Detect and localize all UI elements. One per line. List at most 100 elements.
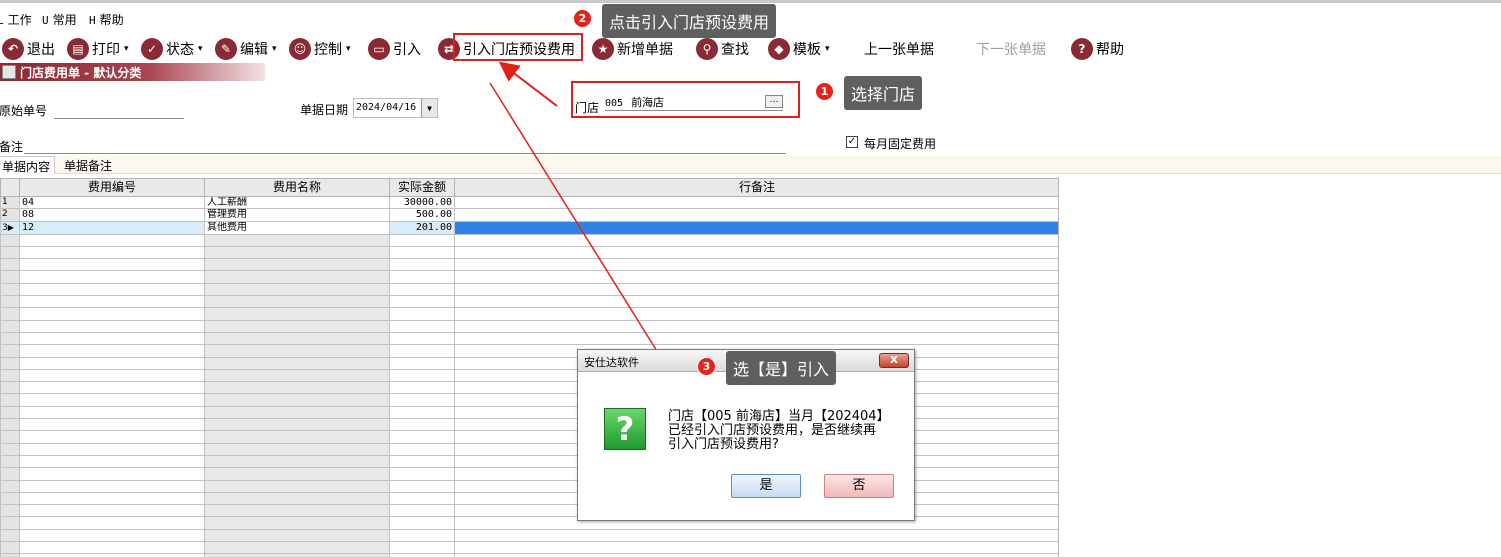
- menu-help[interactable]: H 帮助: [89, 11, 124, 28]
- name-cell[interactable]: [204, 430, 390, 444]
- column-header-amount[interactable]: 实际金额: [389, 178, 455, 197]
- name-cell[interactable]: [204, 504, 390, 518]
- yes-button[interactable]: 是: [731, 474, 801, 498]
- name-cell[interactable]: [204, 258, 390, 272]
- tab-doc-remark[interactable]: 单据备注: [60, 156, 116, 174]
- amount-cell[interactable]: [389, 504, 455, 518]
- note-cell[interactable]: [454, 528, 1058, 543]
- column-header-code[interactable]: 费用编号: [19, 178, 205, 197]
- code-cell[interactable]: 08: [19, 208, 205, 222]
- menu-work[interactable]: L 工作: [0, 11, 32, 28]
- note-cell[interactable]: [454, 319, 1058, 333]
- name-cell[interactable]: [204, 245, 390, 260]
- code-cell[interactable]: 04: [19, 195, 205, 210]
- amount-cell[interactable]: [389, 393, 455, 407]
- column-header-name[interactable]: 费用名称: [204, 178, 390, 197]
- amount-cell[interactable]: [389, 307, 455, 321]
- code-cell[interactable]: [19, 368, 205, 383]
- code-cell[interactable]: [19, 479, 205, 493]
- amount-cell[interactable]: [389, 491, 455, 506]
- code-cell[interactable]: [19, 504, 205, 518]
- amount-cell[interactable]: 500.00: [389, 208, 455, 222]
- name-cell[interactable]: [204, 233, 390, 247]
- code-cell[interactable]: [19, 331, 205, 346]
- code-cell[interactable]: [19, 344, 205, 358]
- name-cell[interactable]: [204, 405, 390, 420]
- note-cell[interactable]: [454, 195, 1058, 210]
- column-header-note[interactable]: 行备注: [454, 178, 1058, 197]
- template-button[interactable]: ◆ 模板 ▾: [768, 36, 830, 62]
- name-cell[interactable]: 人工薪酬: [204, 195, 390, 210]
- name-cell[interactable]: [204, 541, 390, 555]
- amount-cell[interactable]: 201.00: [389, 220, 455, 235]
- amount-cell[interactable]: [389, 418, 455, 432]
- help-button[interactable]: ? 帮助: [1071, 36, 1124, 62]
- menu-common[interactable]: U 常用: [42, 11, 77, 28]
- code-cell[interactable]: [19, 295, 205, 309]
- amount-cell[interactable]: [389, 245, 455, 260]
- find-button[interactable]: ⚲ 查找: [696, 36, 749, 62]
- empty-row[interactable]: [0, 307, 1058, 321]
- next-doc-button[interactable]: 下一张单据: [976, 36, 1046, 62]
- amount-cell[interactable]: [389, 319, 455, 333]
- name-cell[interactable]: [204, 368, 390, 383]
- table-row[interactable]: 2 08 管理费用 500.00: [0, 208, 1058, 222]
- name-cell[interactable]: [204, 479, 390, 493]
- amount-cell[interactable]: [389, 528, 455, 543]
- note-cell[interactable]: [454, 258, 1058, 272]
- name-cell[interactable]: [204, 307, 390, 321]
- empty-row[interactable]: [0, 319, 1058, 333]
- name-cell[interactable]: [204, 381, 390, 395]
- date-picker[interactable]: 2024/04/16 ▼: [353, 98, 438, 118]
- name-cell[interactable]: [204, 282, 390, 297]
- code-cell[interactable]: [19, 405, 205, 420]
- amount-cell[interactable]: 30000.00: [389, 195, 455, 210]
- empty-row[interactable]: [0, 245, 1058, 260]
- name-cell[interactable]: [204, 270, 390, 284]
- code-cell[interactable]: [19, 491, 205, 506]
- note-cell[interactable]: [454, 220, 1058, 235]
- amount-cell[interactable]: [389, 442, 455, 456]
- amount-cell[interactable]: [389, 479, 455, 493]
- amount-cell[interactable]: [389, 516, 455, 530]
- note-cell[interactable]: [454, 233, 1058, 247]
- code-cell[interactable]: [19, 258, 205, 272]
- no-button[interactable]: 否: [824, 474, 894, 498]
- code-cell[interactable]: [19, 442, 205, 456]
- chevron-down-icon[interactable]: ▼: [421, 99, 437, 117]
- code-cell[interactable]: [19, 418, 205, 432]
- empty-row[interactable]: [0, 295, 1058, 309]
- amount-cell[interactable]: [389, 541, 455, 555]
- print-button[interactable]: ▤ 打印 ▾: [67, 36, 129, 62]
- code-cell[interactable]: [19, 245, 205, 260]
- code-cell[interactable]: [19, 516, 205, 530]
- original-no-field[interactable]: [54, 103, 184, 119]
- amount-cell[interactable]: [389, 368, 455, 383]
- name-cell[interactable]: [204, 516, 390, 530]
- name-cell[interactable]: [204, 418, 390, 432]
- code-cell[interactable]: [19, 541, 205, 555]
- empty-row[interactable]: [0, 282, 1058, 297]
- empty-row[interactable]: [0, 258, 1058, 272]
- name-cell[interactable]: [204, 467, 390, 481]
- name-cell[interactable]: [204, 491, 390, 506]
- amount-cell[interactable]: [389, 381, 455, 395]
- note-cell[interactable]: [454, 541, 1058, 555]
- code-cell[interactable]: [19, 381, 205, 395]
- import-button[interactable]: ▭ 引入: [368, 36, 421, 62]
- prev-doc-button[interactable]: 上一张单据: [864, 36, 934, 62]
- amount-cell[interactable]: [389, 295, 455, 309]
- amount-cell[interactable]: [389, 356, 455, 370]
- code-cell[interactable]: [19, 454, 205, 469]
- amount-cell[interactable]: [389, 331, 455, 346]
- name-cell[interactable]: [204, 356, 390, 370]
- monthly-fixed-checkbox[interactable]: ✓: [846, 136, 858, 148]
- table-row[interactable]: 1 04 人工薪酬 30000.00: [0, 195, 1058, 210]
- table-row[interactable]: 3▶ 12 其他费用 201.00: [0, 220, 1058, 235]
- code-cell[interactable]: [19, 467, 205, 481]
- control-button[interactable]: ☺ 控制 ▾: [289, 36, 351, 62]
- note-cell[interactable]: [454, 270, 1058, 284]
- note-cell[interactable]: [454, 331, 1058, 346]
- amount-cell[interactable]: [389, 258, 455, 272]
- name-cell[interactable]: [204, 528, 390, 543]
